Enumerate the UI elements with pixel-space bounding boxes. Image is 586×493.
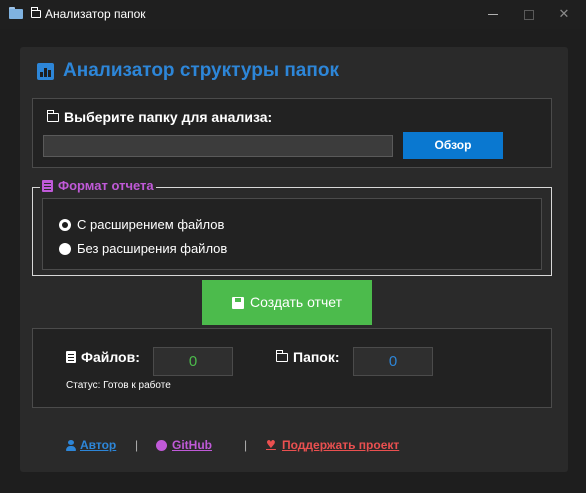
folder-path-input[interactable] xyxy=(43,135,393,157)
files-count-label: Файлов: xyxy=(66,349,140,365)
window-titlebar[interactable]: Анализатор папок ✕ xyxy=(0,0,586,29)
user-icon xyxy=(66,439,76,451)
status-text: Статус: Готов к работе xyxy=(66,380,171,391)
close-button[interactable]: ✕ xyxy=(542,0,586,29)
browse-button[interactable]: Обзор xyxy=(403,132,503,159)
radio-button-checked[interactable] xyxy=(59,218,71,231)
format-options-box xyxy=(42,198,542,270)
folder-app-icon xyxy=(9,7,23,19)
stats-section xyxy=(32,328,552,408)
radio-without-extension[interactable]: Без расширения файлов xyxy=(59,241,227,256)
radio-with-extension[interactable]: С расширением файлов xyxy=(59,217,224,232)
folder-select-label: Выберите папку для анализа: xyxy=(46,109,272,125)
window-title: Анализатор папок xyxy=(30,7,146,21)
github-icon xyxy=(156,439,167,451)
folders-count-value: 0 xyxy=(353,347,433,376)
chart-icon xyxy=(37,62,54,80)
page-header: Анализатор структуры папок xyxy=(37,60,339,82)
footer-separator: | xyxy=(244,438,248,452)
folders-count-label: Папок: xyxy=(275,349,340,365)
files-count-value: 0 xyxy=(153,347,233,376)
folder-icon xyxy=(46,109,59,122)
report-format-legend: Формат отчета xyxy=(40,178,156,193)
minimize-icon xyxy=(488,14,498,15)
author-link[interactable]: Автор xyxy=(66,438,116,452)
folder-icon xyxy=(30,7,41,18)
page-title: Анализатор структуры папок xyxy=(63,60,339,81)
save-icon xyxy=(231,296,244,309)
heart-icon: ♥ xyxy=(266,438,276,451)
folder-icon xyxy=(275,349,288,362)
document-icon xyxy=(66,351,76,363)
github-link[interactable]: GitHub xyxy=(156,438,212,452)
create-report-button[interactable]: Создать отчет xyxy=(202,280,372,325)
close-icon: ✕ xyxy=(558,7,570,22)
support-link[interactable]: ♥ Поддержать проект xyxy=(266,438,399,452)
memo-icon xyxy=(42,179,53,192)
radio-button-unchecked[interactable] xyxy=(59,242,71,255)
footer-separator: | xyxy=(135,438,139,452)
radio-label: Без расширения файлов xyxy=(77,241,228,256)
maximize-icon xyxy=(524,9,534,20)
radio-label: С расширением файлов xyxy=(77,217,225,232)
